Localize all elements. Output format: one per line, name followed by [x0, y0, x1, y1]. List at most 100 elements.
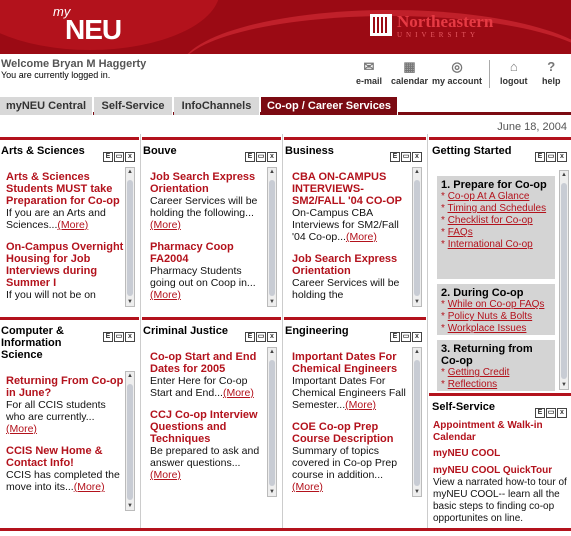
- scroll-up-icon[interactable]: ▲: [268, 348, 276, 356]
- item-title[interactable]: Pharmacy Coop FA2004: [150, 241, 267, 265]
- minimize-icon[interactable]: ▭: [114, 152, 124, 162]
- scroll-thumb[interactable]: [269, 180, 275, 296]
- minimize-icon[interactable]: ▭: [401, 152, 411, 162]
- minimize-icon[interactable]: ▭: [546, 152, 556, 162]
- faqs-link[interactable]: FAQs: [448, 227, 473, 238]
- item-title[interactable]: Important Dates For Chemical Engineers: [292, 351, 412, 375]
- scroll-up-icon[interactable]: ▲: [126, 168, 134, 176]
- minimize-icon[interactable]: ▭: [401, 332, 411, 342]
- item-title[interactable]: Arts & Sciences Students MUST take Prepa…: [6, 171, 125, 207]
- scroll-thumb[interactable]: [269, 360, 275, 486]
- scrollbar[interactable]: ▲ ▼: [559, 170, 569, 390]
- scrollbar[interactable]: ▲ ▼: [267, 167, 277, 307]
- more-link[interactable]: (More): [292, 481, 323, 493]
- more-link[interactable]: (More): [57, 219, 88, 231]
- close-icon[interactable]: x: [267, 152, 277, 162]
- scroll-up-icon[interactable]: ▲: [560, 171, 568, 179]
- scroll-thumb[interactable]: [414, 180, 420, 296]
- close-icon[interactable]: x: [125, 152, 135, 162]
- item-title[interactable]: On-Campus Overnight Housing for Job Inte…: [6, 241, 125, 289]
- more-link[interactable]: (More): [346, 231, 377, 243]
- scrollbar[interactable]: ▲ ▼: [412, 347, 422, 497]
- while-on-coop-faqs-link[interactable]: While on Co-op FAQs: [448, 299, 545, 310]
- appointment-calendar-link[interactable]: Appointment & Walk-in Calendar: [433, 420, 563, 444]
- item-title[interactable]: Returning From Co-op in June?: [6, 375, 125, 399]
- item-title[interactable]: Co-op Start and End Dates for 2005: [150, 351, 267, 375]
- getting-credit-link[interactable]: Getting Credit: [448, 367, 510, 378]
- header-banner: my NEU Northeastern UNIVERSITY: [0, 0, 571, 54]
- scroll-thumb[interactable]: [414, 360, 420, 486]
- close-icon[interactable]: x: [125, 332, 135, 342]
- myneu-cool-link[interactable]: myNEU COOL: [433, 448, 500, 459]
- edit-icon[interactable]: E: [535, 152, 545, 162]
- coop-at-a-glance-link[interactable]: Co-op At A Glance: [448, 191, 530, 202]
- item-title[interactable]: COE Co-op Prep Course Description: [292, 421, 412, 445]
- scroll-down-icon[interactable]: ▼: [126, 502, 134, 510]
- scrollbar[interactable]: ▲ ▼: [125, 371, 135, 511]
- help-button[interactable]: ? help: [542, 60, 561, 87]
- more-link[interactable]: (More): [345, 399, 376, 411]
- scroll-thumb[interactable]: [127, 180, 133, 296]
- scrollbar[interactable]: ▲ ▼: [125, 167, 135, 307]
- edit-icon[interactable]: E: [245, 152, 255, 162]
- scroll-down-icon[interactable]: ▼: [268, 298, 276, 306]
- more-link[interactable]: (More): [223, 387, 254, 399]
- close-icon[interactable]: x: [267, 332, 277, 342]
- timing-and-schedules-link[interactable]: Timing and Schedules: [448, 203, 547, 214]
- email-button[interactable]: ✉ e-mail: [356, 60, 382, 87]
- scroll-up-icon[interactable]: ▲: [126, 372, 134, 380]
- edit-icon[interactable]: E: [535, 408, 545, 418]
- minimize-icon[interactable]: ▭: [256, 332, 266, 342]
- close-icon[interactable]: x: [557, 408, 567, 418]
- item-title[interactable]: CCIS New Home & Contact Info!: [6, 445, 125, 469]
- my-account-button[interactable]: ◎ my account: [432, 60, 482, 87]
- scroll-down-icon[interactable]: ▼: [126, 298, 134, 306]
- close-icon[interactable]: x: [412, 152, 422, 162]
- workplace-issues-link[interactable]: Workplace Issues: [448, 323, 527, 334]
- more-link[interactable]: (More): [6, 423, 37, 435]
- scroll-down-icon[interactable]: ▼: [413, 488, 421, 496]
- calendar-button[interactable]: ▦ calendar: [391, 60, 428, 87]
- item-title[interactable]: CCJ Co-op Interview Questions and Techni…: [150, 409, 267, 445]
- scroll-down-icon[interactable]: ▼: [413, 298, 421, 306]
- edit-icon[interactable]: E: [103, 152, 113, 162]
- tab-myneu-central[interactable]: myNEU Central: [0, 97, 93, 115]
- minimize-icon[interactable]: ▭: [256, 152, 266, 162]
- edit-icon[interactable]: E: [390, 332, 400, 342]
- edit-icon[interactable]: E: [245, 332, 255, 342]
- item-title[interactable]: Job Search Express Orientation: [150, 171, 267, 195]
- scroll-down-icon[interactable]: ▼: [268, 488, 276, 496]
- university-name: Northeastern: [397, 12, 494, 31]
- scrollbar[interactable]: ▲ ▼: [412, 167, 422, 307]
- minimize-icon[interactable]: ▭: [114, 332, 124, 342]
- close-icon[interactable]: x: [557, 152, 567, 162]
- more-link[interactable]: (More): [150, 219, 181, 231]
- tab-infochannels[interactable]: InfoChannels: [174, 97, 260, 115]
- prepare-for-coop-section: 1. Prepare for Co-op * Co-op At A Glance…: [437, 176, 555, 279]
- international-coop-link[interactable]: International Co-op: [448, 239, 533, 250]
- scroll-thumb[interactable]: [127, 384, 133, 500]
- scroll-up-icon[interactable]: ▲: [268, 168, 276, 176]
- item-title[interactable]: CBA ON-CAMPUS INTERVIEWS-SM2/FALL '04 CO…: [292, 171, 412, 207]
- myneu-cool-quicktour-link[interactable]: myNEU COOL QuickTour: [433, 465, 552, 476]
- policy-nuts-bolts-link[interactable]: Policy Nuts & Bolts: [448, 311, 532, 322]
- more-link[interactable]: (More): [150, 289, 181, 301]
- item-title[interactable]: Job Search Express Orientation: [292, 253, 412, 277]
- checklist-link[interactable]: Checklist for Co-op: [448, 215, 533, 226]
- scroll-down-icon[interactable]: ▼: [560, 381, 568, 389]
- tab-coop-career-services[interactable]: Co-op / Career Services: [261, 97, 398, 115]
- more-link[interactable]: (More): [150, 469, 181, 481]
- edit-icon[interactable]: E: [390, 152, 400, 162]
- minimize-icon[interactable]: ▭: [546, 408, 556, 418]
- scroll-up-icon[interactable]: ▲: [413, 348, 421, 356]
- edit-icon[interactable]: E: [103, 332, 113, 342]
- scroll-up-icon[interactable]: ▲: [413, 168, 421, 176]
- close-icon[interactable]: x: [412, 332, 422, 342]
- panel-bouve: Bouve E ▭ x Job Search Express Orientation…: [142, 137, 281, 317]
- tab-self-service[interactable]: Self-Service: [94, 97, 173, 115]
- more-link[interactable]: (More): [74, 481, 105, 493]
- reflections-link[interactable]: Reflections: [448, 379, 497, 390]
- scrollbar[interactable]: ▲ ▼: [267, 347, 277, 497]
- scroll-thumb[interactable]: [561, 183, 567, 379]
- logout-button[interactable]: ⌂ logout: [500, 60, 528, 87]
